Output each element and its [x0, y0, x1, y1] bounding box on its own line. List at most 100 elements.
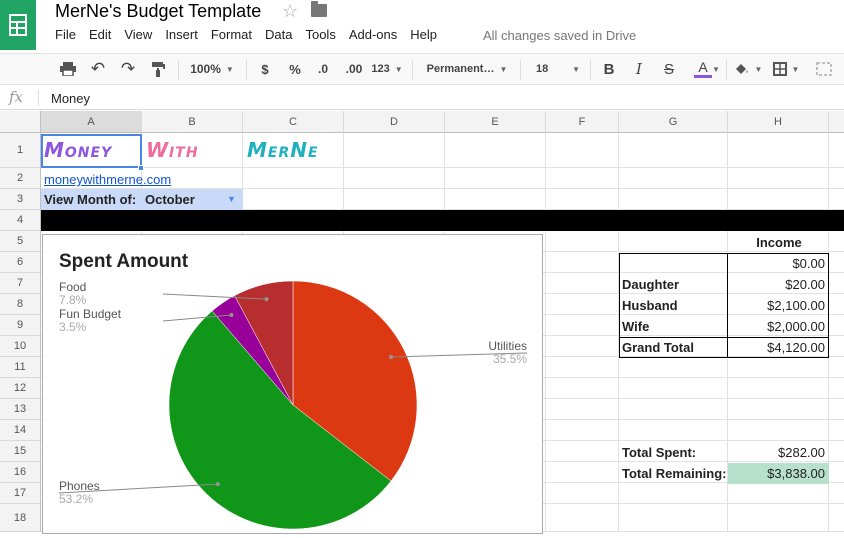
grand-total-label: Grand Total	[622, 340, 694, 355]
font-family-value: Permanent…	[426, 63, 495, 75]
row-header-9[interactable]: 9	[0, 315, 41, 336]
column-header-g[interactable]: G	[619, 111, 728, 133]
text-color-letter: A	[698, 59, 708, 75]
menu-help[interactable]: Help	[410, 27, 437, 42]
font-size-select[interactable]: 18 ▼	[528, 54, 584, 84]
star-icon[interactable]: ☆	[282, 1, 298, 22]
column-header-d[interactable]: D	[344, 111, 445, 133]
folder-icon[interactable]	[311, 1, 327, 17]
row-header-5[interactable]: 5	[0, 231, 41, 252]
income-label: Wife	[622, 319, 650, 334]
row-header-12[interactable]: 12	[0, 378, 41, 399]
row-header-18[interactable]: 18	[0, 504, 41, 532]
pie-chart[interactable]: Spent Amount Utilities 35.5% Phones 53.2% Fu…	[42, 234, 543, 534]
column-header-c[interactable]: C	[243, 111, 344, 133]
row-header-11[interactable]: 11	[0, 357, 41, 378]
view-month-value: October	[145, 192, 195, 207]
chart-title: Spent Amount	[59, 251, 189, 272]
month-selector[interactable]: View Month of: October ▼	[41, 189, 243, 210]
bold-button[interactable]: B	[598, 54, 620, 84]
strikethrough-button[interactable]: S	[658, 54, 680, 84]
slice-percent: 7.8%	[59, 293, 87, 307]
menu-tools[interactable]: Tools	[305, 27, 335, 42]
more-formats-label: 123	[371, 63, 390, 75]
row-header-3[interactable]: 3	[0, 189, 41, 210]
undo-icon[interactable]: ↶	[86, 54, 110, 84]
dropdown-arrow-icon[interactable]: ▼	[227, 194, 236, 204]
chevron-down-icon: ▼	[572, 64, 580, 74]
row-header-1[interactable]: 1	[0, 133, 41, 168]
formula-input[interactable]: Money	[51, 91, 90, 106]
income-value: $2,100.00	[767, 298, 825, 313]
website-link[interactable]: moneywithmerne.com	[44, 172, 171, 187]
menu-data[interactable]: Data	[265, 27, 292, 42]
chevron-down-icon: ▼	[394, 64, 403, 74]
income-value: $20.00	[785, 277, 825, 292]
pie-chart-svg: Spent Amount Utilities35.5% Phones53.2% Fu…	[58, 251, 527, 530]
income-value: $0.00	[792, 256, 825, 271]
row-header-8[interactable]: 8	[0, 294, 41, 315]
row-header-14[interactable]: 14	[0, 420, 41, 441]
slice-label: Phones	[59, 479, 100, 493]
chevron-down-icon: ▼	[225, 64, 234, 74]
more-formats-select[interactable]: 123 ▼	[370, 54, 404, 84]
fx-icon: fx	[9, 88, 24, 106]
column-header-e[interactable]: E	[445, 111, 546, 133]
row-header-17[interactable]: 17	[0, 483, 41, 504]
sheets-grid-icon	[9, 14, 27, 36]
menu-bar: File Edit View Insert Format Data Tools …	[55, 27, 450, 42]
row-header-6[interactable]: 6	[0, 252, 41, 273]
column-header-f[interactable]: F	[546, 111, 619, 133]
merge-cells-icon[interactable]	[812, 54, 836, 84]
row-header-7[interactable]: 7	[0, 273, 41, 294]
row-header-4[interactable]: 4	[0, 210, 41, 231]
slice-percent: 35.5%	[493, 352, 527, 366]
italic-button[interactable]: I	[628, 54, 650, 84]
column-header-i[interactable]	[829, 111, 844, 133]
zoom-value: 100%	[190, 62, 221, 76]
row-header-10[interactable]: 10	[0, 336, 41, 357]
row-header-2[interactable]: 2	[0, 168, 41, 189]
toolbar: ↶ ↷ 100% ▼ $ % .0 .00 123 ▼ Permanent… ▼ 18…	[0, 53, 844, 85]
slice-label: Fun Budget	[59, 307, 122, 321]
column-header-b[interactable]: B	[142, 111, 243, 133]
menu-addons[interactable]: Add-ons	[349, 27, 397, 42]
percent-button[interactable]: %	[284, 54, 306, 84]
income-value: $2,000.00	[767, 319, 825, 334]
font-family-select[interactable]: Permanent… ▼	[420, 54, 514, 84]
chevron-down-icon: ▼	[499, 64, 508, 74]
fill-handle[interactable]	[138, 165, 144, 171]
save-status[interactable]: All changes saved in Drive	[483, 28, 636, 43]
select-all-corner[interactable]	[0, 111, 41, 133]
menu-view[interactable]: View	[124, 27, 152, 42]
paint-format-icon[interactable]	[146, 54, 170, 84]
menu-format[interactable]: Format	[211, 27, 252, 42]
document-title[interactable]: MerNe's Budget Template	[55, 1, 261, 22]
print-icon[interactable]	[56, 54, 80, 84]
row-header-16[interactable]: 16	[0, 462, 41, 483]
total-remaining-value: $3,838.00	[767, 466, 825, 481]
slice-percent: 53.2%	[59, 492, 93, 506]
fill-color-icon[interactable]: ▼	[732, 54, 764, 84]
redo-icon[interactable]: ↷	[116, 54, 140, 84]
zoom-select[interactable]: 100% ▼	[184, 54, 240, 84]
column-header-a[interactable]: A	[41, 111, 142, 133]
menu-edit[interactable]: Edit	[89, 27, 111, 42]
row-header-15[interactable]: 15	[0, 441, 41, 462]
currency-button[interactable]: $	[254, 54, 276, 84]
menu-insert[interactable]: Insert	[165, 27, 198, 42]
chevron-down-icon[interactable]: ▼	[710, 54, 722, 84]
total-spent-value: $282.00	[778, 445, 825, 460]
column-header-h[interactable]: H	[728, 111, 829, 133]
decrease-decimal-button[interactable]: .0	[312, 54, 334, 84]
sheets-logo-icon[interactable]	[0, 0, 36, 50]
menu-file[interactable]: File	[55, 27, 76, 42]
title-word-with: With	[146, 138, 199, 162]
increase-decimal-button[interactable]: .00	[342, 54, 366, 84]
row-header-13[interactable]: 13	[0, 399, 41, 420]
income-label: Daughter	[622, 277, 680, 292]
borders-icon[interactable]: ▼	[770, 54, 802, 84]
total-remaining-label: Total Remaining:	[622, 466, 727, 481]
slice-percent: 3.5%	[59, 320, 87, 334]
title-word-money: Money	[44, 138, 113, 162]
